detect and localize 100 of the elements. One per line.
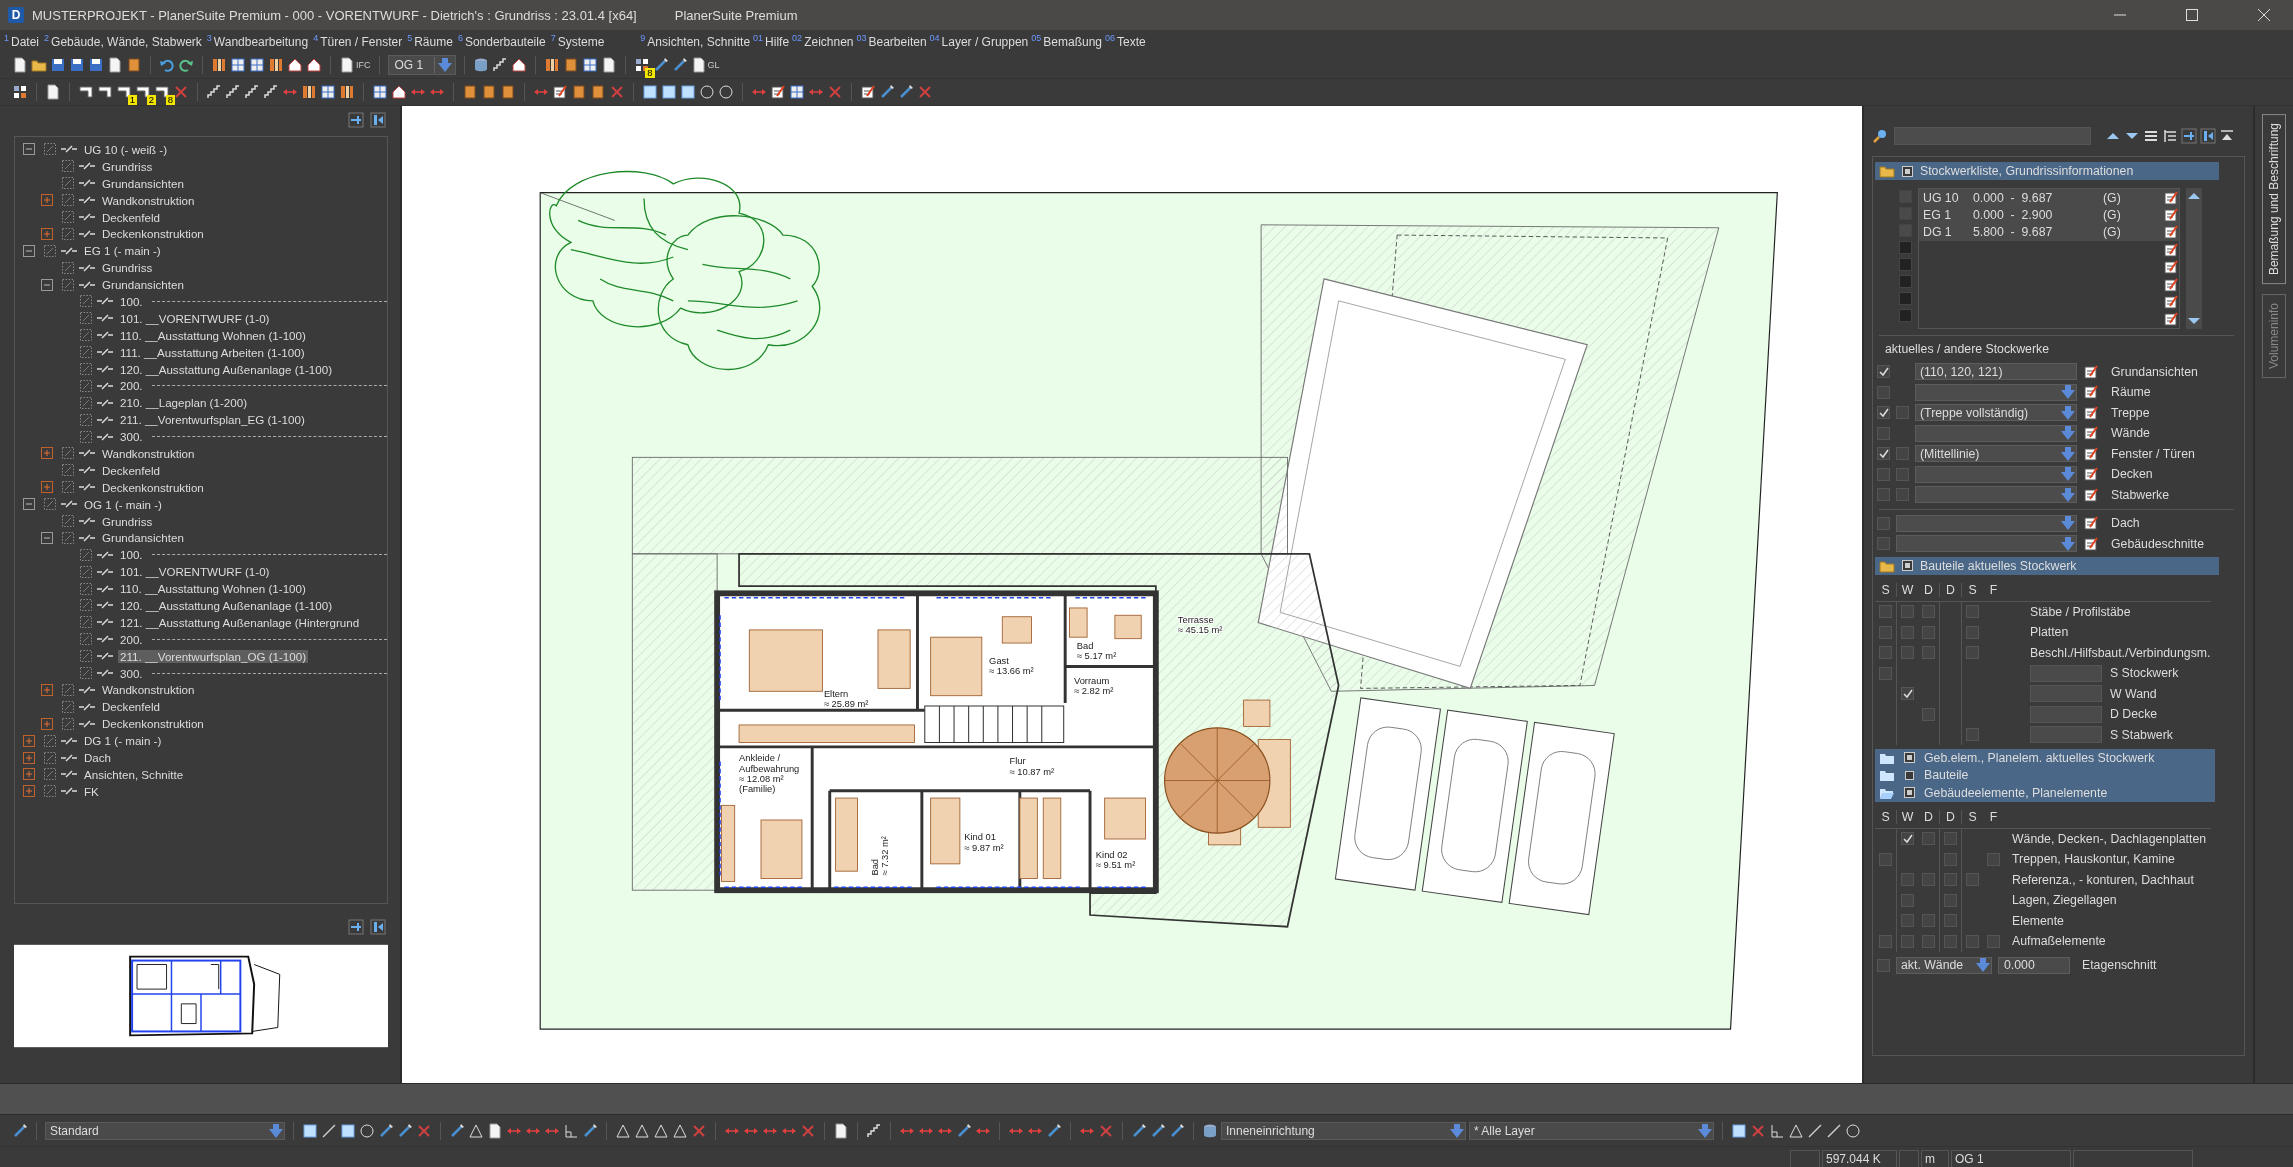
input-field[interactable]: 0.000: [1998, 956, 2070, 974]
expand-toggle[interactable]: [41, 447, 53, 460]
door-icon[interactable]: [462, 84, 478, 100]
dotted-square-icon[interactable]: [78, 648, 94, 665]
document-icon[interactable]: [600, 57, 617, 73]
dropdown-field[interactable]: [1896, 535, 2077, 553]
checkbox[interactable]: [1944, 893, 1957, 907]
checkbox[interactable]: [1901, 893, 1914, 907]
floor-plan-thumbnail[interactable]: [14, 944, 388, 1048]
dropdown-field[interactable]: [1896, 514, 2077, 532]
dropdown-select[interactable]: Standard: [45, 1121, 285, 1140]
expand-toggle[interactable]: [23, 143, 35, 156]
tree-item[interactable]: Deckenkonstruktion: [100, 227, 206, 241]
dotted-square-icon[interactable]: [78, 310, 94, 327]
dotted-square-icon[interactable]: [60, 209, 76, 225]
expand-toggle[interactable]: [41, 683, 53, 696]
dotted-square-icon[interactable]: [60, 276, 76, 293]
tree-item[interactable]: DG 1 (- main -): [82, 734, 164, 748]
checkbox[interactable]: [1901, 914, 1914, 928]
pen-icon[interactable]: [898, 84, 914, 100]
dotted-square-icon[interactable]: [60, 225, 76, 242]
tree-item[interactable]: Deckenkonstruktion: [100, 480, 206, 494]
checkbox[interactable]: [1922, 914, 1935, 928]
checkbox[interactable]: [1966, 934, 1979, 948]
pin-icon[interactable]: [348, 919, 364, 935]
document-icon[interactable]: [339, 57, 355, 73]
menu-item[interactable]: $^{4}$ Türen / Fenster: [313, 33, 403, 49]
checkbox[interactable]: [1896, 447, 1909, 461]
dotted-square-icon[interactable]: [78, 428, 94, 445]
pin-icon[interactable]: [2181, 128, 2197, 144]
line-icon[interactable]: [1826, 1122, 1842, 1139]
pen-icon[interactable]: [1131, 1122, 1147, 1139]
dropdown-field[interactable]: [1915, 424, 2077, 442]
dotted-square-icon[interactable]: [78, 377, 94, 394]
scrollbar[interactable]: [2186, 188, 2202, 330]
pen-icon[interactable]: [582, 1122, 598, 1139]
dock-icon[interactable]: [370, 919, 386, 935]
dotted-square-icon[interactable]: [78, 563, 94, 580]
house-icon[interactable]: [510, 57, 527, 73]
tree-item[interactable]: 100.: [118, 294, 145, 308]
checkbox[interactable]: [1944, 934, 1957, 948]
checkbox[interactable]: [1879, 666, 1892, 680]
dropdown-field[interactable]: [1915, 465, 2077, 483]
circle-icon[interactable]: [718, 84, 734, 100]
edit-icon[interactable]: [860, 84, 876, 100]
checkbox[interactable]: [1905, 753, 1914, 763]
menu-item[interactable]: $^{04}$ Layer / Gruppen: [929, 33, 1029, 49]
expand-toggle[interactable]: [23, 244, 35, 257]
tree-item[interactable]: Wandkonstruktion: [100, 193, 197, 207]
checkbox[interactable]: [1877, 447, 1890, 461]
tree-item[interactable]: Wandkonstruktion: [100, 446, 197, 460]
checkbox[interactable]: [1901, 625, 1914, 639]
pin-icon[interactable]: [348, 112, 364, 128]
triangle-icon[interactable]: [468, 1122, 484, 1139]
window-icon[interactable]: [789, 84, 805, 100]
menu-item[interactable]: $^{03}$ Bearbeiten: [856, 33, 927, 49]
edit-icon[interactable]: [2163, 276, 2179, 293]
stairs-icon[interactable]: [225, 84, 241, 100]
menu-item[interactable]: $^{05}$ Bemaßung: [1031, 33, 1102, 49]
checkbox[interactable]: [1901, 687, 1914, 701]
dotted-square-icon[interactable]: [60, 513, 76, 530]
door-icon[interactable]: [590, 84, 606, 100]
document-icon[interactable]: [45, 84, 61, 100]
dropdown-arrow-icon[interactable]: [2060, 425, 2076, 442]
menu-item[interactable]: $^{01}$ Hilfe: [753, 33, 790, 49]
document-icon[interactable]: [12, 57, 28, 73]
edit-icon[interactable]: [2163, 259, 2179, 276]
triangle-icon[interactable]: [634, 1122, 650, 1139]
circle-icon[interactable]: [699, 84, 715, 100]
folder-icon[interactable]: [1879, 163, 1895, 179]
dropdown-field[interactable]: [1915, 383, 2077, 401]
window-icon[interactable]: [581, 57, 598, 73]
checkbox[interactable]: [1901, 646, 1914, 660]
dotted-square-icon[interactable]: [42, 732, 58, 749]
mode-select[interactable]: akt. Wände: [1896, 956, 1992, 974]
tree-item[interactable]: Deckenfeld: [100, 700, 162, 714]
edit-icon[interactable]: [2083, 384, 2099, 401]
menu-item[interactable]: $^{6}$ Sonderbauteile: [457, 33, 546, 49]
pen-icon[interactable]: [1046, 1122, 1062, 1139]
checkbox[interactable]: [1922, 934, 1935, 948]
angle-icon[interactable]: [1769, 1122, 1785, 1139]
checkbox[interactable]: [1987, 934, 2000, 948]
floor-name[interactable]: DG 1: [1919, 225, 1973, 240]
wall-icon[interactable]: [116, 84, 132, 100]
checkbox[interactable]: [1877, 467, 1890, 481]
menu-item[interactable]: $^{06}$ Texte: [1105, 33, 1146, 49]
menu-item[interactable]: $^{7}$ Systeme: [550, 33, 605, 49]
checkbox[interactable]: [1905, 788, 1914, 798]
dropdown-arrow-icon[interactable]: [2060, 445, 2076, 462]
checkbox[interactable]: [1879, 625, 1892, 639]
checkbox[interactable]: [1944, 832, 1957, 846]
checkbox[interactable]: [1879, 852, 1892, 866]
dropdown-field[interactable]: [1915, 486, 2077, 504]
checkbox[interactable]: [1901, 873, 1914, 887]
dotted-square-icon[interactable]: [78, 411, 94, 428]
dotted-square-icon[interactable]: [60, 479, 76, 496]
dotted-square-icon[interactable]: [78, 580, 94, 597]
dropdown-arrow-icon[interactable]: [2060, 466, 2076, 483]
tree-item[interactable]: Grundriss: [100, 514, 155, 528]
tree-item[interactable]: 111. __Ausstattung Arbeiten (1-100): [118, 345, 307, 359]
